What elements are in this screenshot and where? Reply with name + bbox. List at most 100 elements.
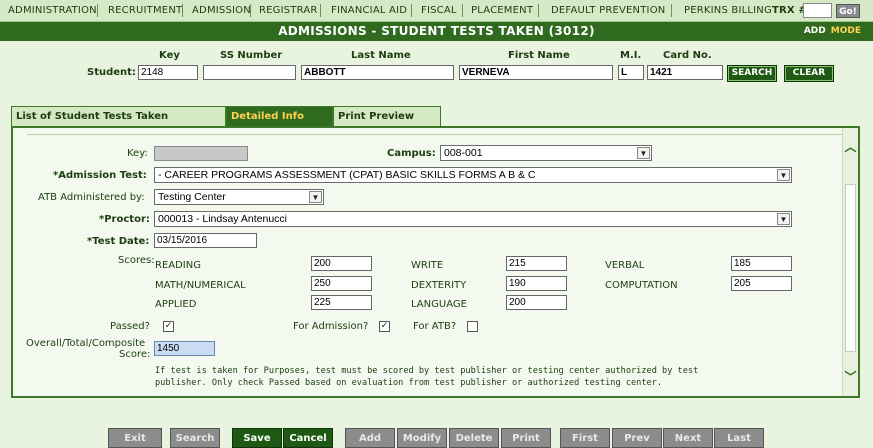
ss-number-field[interactable] (203, 65, 296, 80)
score-write-field[interactable]: 215 (506, 256, 567, 271)
score-verbal-field[interactable]: 185 (731, 256, 792, 271)
score-computation-field[interactable]: 205 (731, 276, 792, 291)
add-button[interactable]: Add (345, 428, 395, 448)
chevron-down-icon: ▼ (309, 191, 322, 203)
last-name-field[interactable]: ABBOTT (301, 65, 454, 80)
campus-select[interactable]: 008-001 ▼ (440, 145, 652, 161)
proctor-label: *Proctor: (99, 214, 150, 225)
proctor-select[interactable]: 000013 - Lindsay Antenucci ▼ (154, 211, 792, 227)
for-atb-checkbox[interactable] (467, 321, 478, 332)
divider (27, 134, 845, 135)
test-date-label: *Test Date: (87, 236, 150, 247)
chevron-up-icon[interactable]: ︿ (844, 140, 857, 154)
nav-perkins-billing[interactable]: PERKINS BILLING (684, 5, 772, 16)
score-language-field[interactable]: 200 (506, 295, 567, 310)
nav-divider (671, 4, 672, 17)
nav-default-prevention[interactable]: DEFAULT PREVENTION (551, 5, 665, 16)
admission-test-value: - CAREER PROGRAMS ASSESSMENT (CPAT) BASI… (158, 169, 536, 181)
help-note-line-1: If test is taken for Purposes, test must… (155, 366, 699, 376)
score-dexterity-field[interactable]: 190 (506, 276, 567, 291)
nav-recruitment[interactable]: RECRUITMENT (108, 5, 182, 16)
score-label-reading: READING (155, 260, 201, 271)
mi-field[interactable]: L (618, 65, 644, 80)
title-bar: ADMISSIONS - STUDENT TESTS TAKEN (3012) … (0, 22, 873, 41)
help-note: If test is taken for Purposes, test must… (155, 365, 845, 389)
nav-fiscal[interactable]: FISCAL (421, 5, 457, 16)
nav-admission[interactable]: ADMISSION (192, 5, 251, 16)
passed-checkbox[interactable]: ✓ (163, 321, 174, 332)
score-label-applied: APPLIED (155, 299, 197, 310)
header-first-name: First Name (508, 50, 570, 61)
check-icon: ✓ (380, 321, 389, 331)
prev-button[interactable]: Prev (612, 428, 662, 448)
nav-divider (182, 4, 183, 17)
score-label-math: MATH/NUMERICAL (155, 280, 246, 291)
delete-button[interactable]: Delete (449, 428, 499, 448)
chevron-down-icon[interactable]: ﹀ (844, 370, 857, 384)
nav-financial-aid[interactable]: FINANCIAL AID (331, 5, 407, 16)
tab-print-preview[interactable]: Print Preview (333, 106, 441, 127)
nav-divider (462, 4, 463, 17)
save-button[interactable]: Save (232, 428, 282, 448)
nav-divider (97, 4, 98, 17)
check-icon: ✓ (164, 321, 173, 331)
nav-divider (320, 4, 321, 17)
exit-button[interactable]: Exit (108, 428, 162, 448)
mode-value: ADD (803, 26, 826, 36)
score-label-dexterity: DEXTERITY (411, 280, 467, 291)
overall-score-field[interactable]: 1450 (154, 341, 215, 356)
print-button[interactable]: Print (501, 428, 551, 448)
scores-label: Scores: (118, 255, 155, 266)
first-name-field[interactable]: VERNEVA (459, 65, 613, 80)
last-button[interactable]: Last (714, 428, 764, 448)
nav-administration[interactable]: ADMINISTRATION (8, 5, 97, 16)
test-date-field[interactable]: 03/15/2016 (154, 233, 257, 248)
student-key-field[interactable]: 2148 (138, 65, 198, 80)
card-no-field[interactable]: 1421 (647, 65, 723, 80)
nav-placement[interactable]: PLACEMENT (471, 5, 533, 16)
score-reading-field[interactable]: 200 (311, 256, 372, 271)
tab-list-of-tests[interactable]: List of Student Tests Taken (11, 106, 226, 127)
admission-test-label: *Admission Test: (53, 170, 147, 181)
campus-value: 008-001 (444, 147, 483, 159)
score-label-computation: COMPUTATION (605, 280, 678, 291)
campus-label: Campus: (387, 148, 436, 159)
top-nav: ADMINISTRATION RECRUITMENT ADMISSION REG… (0, 0, 873, 22)
nav-registrar[interactable]: REGISTRAR (259, 5, 318, 16)
overall-label: Overall/Total/Composite (26, 338, 146, 349)
trx-input[interactable] (803, 3, 832, 18)
admission-test-select[interactable]: - CAREER PROGRAMS ASSESSMENT (CPAT) BASI… (154, 167, 792, 183)
atb-label: ATB Administered by: (38, 192, 145, 203)
search-record-button[interactable]: Search (170, 428, 220, 448)
first-button[interactable]: First (560, 428, 610, 448)
go-button[interactable]: Go! (836, 4, 860, 18)
tab-detailed-info[interactable]: Detailed Info (226, 106, 333, 127)
clear-button[interactable]: CLEAR (784, 65, 834, 82)
passed-label: Passed? (110, 321, 150, 332)
atb-select[interactable]: Testing Center ▼ (154, 189, 324, 205)
score-applied-field[interactable]: 225 (311, 295, 372, 310)
score-label-verbal: VERBAL (605, 260, 645, 271)
header-mi: M.I. (620, 50, 642, 61)
key-field (154, 146, 248, 161)
nav-divider (538, 4, 539, 17)
overall-label-score: Score: (119, 349, 151, 360)
score-label-write: WRITE (411, 260, 444, 271)
atb-value: Testing Center (158, 191, 226, 203)
panel-scrollbar[interactable]: ︿ ﹀ (842, 128, 858, 396)
for-atb-label: For ATB? (413, 321, 457, 332)
chevron-down-icon: ▼ (777, 169, 790, 181)
chevron-down-icon: ▼ (637, 147, 650, 159)
cancel-button[interactable]: Cancel (283, 428, 333, 448)
score-math-field[interactable]: 250 (311, 276, 372, 291)
key-label: Key: (127, 148, 148, 159)
scroll-thumb[interactable] (845, 184, 856, 352)
nav-divider (250, 4, 251, 17)
modify-button[interactable]: Modify (397, 428, 447, 448)
for-admission-checkbox[interactable]: ✓ (379, 321, 390, 332)
search-button[interactable]: SEARCH (727, 65, 777, 82)
score-label-language: LANGUAGE (411, 299, 467, 310)
page-title: ADMISSIONS - STUDENT TESTS TAKEN (3012) (278, 24, 595, 38)
header-ss-number: SS Number (220, 50, 283, 61)
next-button[interactable]: Next (663, 428, 713, 448)
